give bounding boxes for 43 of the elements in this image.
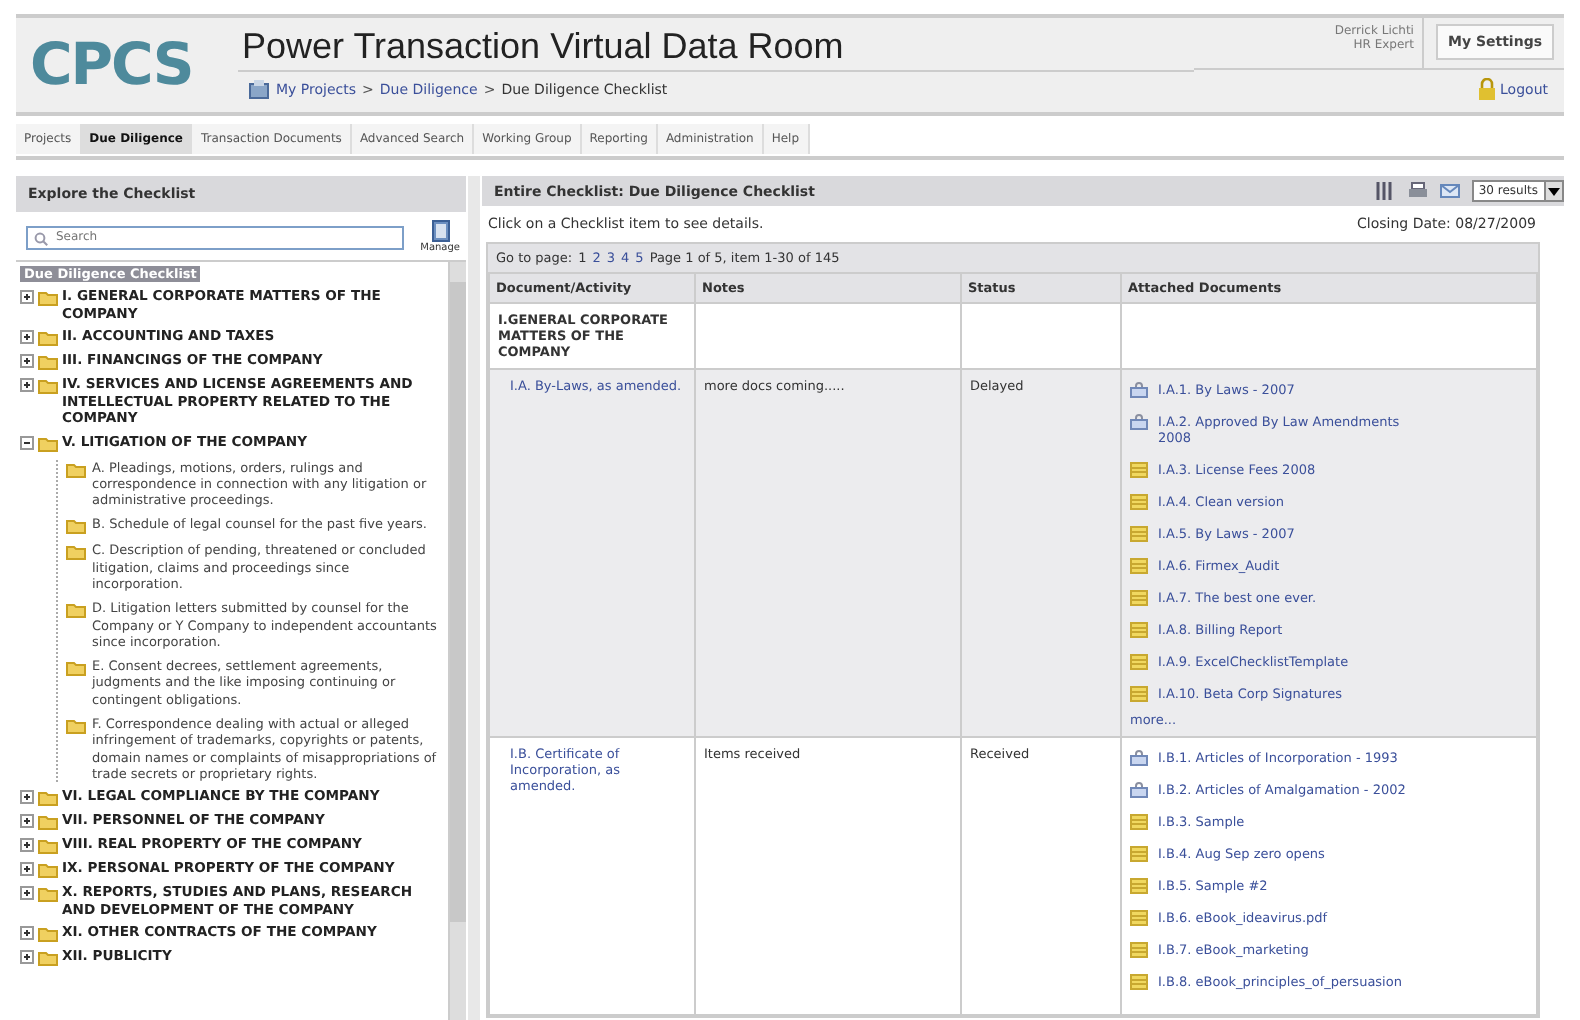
document-icon <box>1130 974 1148 990</box>
document-icon <box>1130 462 1148 478</box>
locked-document-icon <box>1130 414 1148 430</box>
folder-icon <box>38 290 58 306</box>
document-icon <box>1130 622 1148 638</box>
document-icon <box>1130 654 1148 670</box>
document-icon <box>1130 558 1148 574</box>
expand-icon[interactable] <box>20 838 34 853</box>
expand-icon[interactable] <box>20 790 34 805</box>
expand-icon[interactable] <box>20 862 34 877</box>
document-icon <box>1130 494 1148 510</box>
expand-icon[interactable] <box>20 926 34 941</box>
expand-icon[interactable] <box>20 290 34 304</box>
document-icon <box>1130 910 1148 926</box>
locked-document-icon <box>1130 382 1148 398</box>
document-icon <box>1130 814 1148 830</box>
print-icon[interactable] <box>1408 182 1429 200</box>
document-icon <box>1130 686 1148 702</box>
expand-icon[interactable] <box>20 886 34 901</box>
columns-icon[interactable] <box>1376 182 1397 200</box>
document-icon <box>1130 878 1148 894</box>
folder-icon <box>66 660 86 677</box>
caret-icon <box>1548 187 1560 195</box>
locked-document-icon <box>1130 750 1148 766</box>
expand-icon[interactable] <box>20 330 34 344</box>
document-icon <box>1130 846 1148 862</box>
expand-icon[interactable] <box>20 814 34 829</box>
document-icon <box>1130 526 1148 542</box>
folder-icon <box>66 602 86 619</box>
scrollbar[interactable] <box>448 262 466 1020</box>
folder-icon <box>66 718 86 735</box>
document-icon <box>1130 942 1148 958</box>
locked-document-icon <box>1130 782 1148 798</box>
expand-icon[interactable] <box>20 950 34 965</box>
app-title: Power Transaction Virtual Data Room <box>238 18 1194 72</box>
collapse-icon[interactable] <box>20 435 34 449</box>
envelope-icon[interactable] <box>1440 184 1461 198</box>
expand-icon[interactable] <box>20 378 34 392</box>
document-icon <box>431 220 450 242</box>
padlock-icon <box>1478 78 1497 100</box>
document-icon <box>1130 590 1148 606</box>
logo: CPCS <box>28 28 195 102</box>
expand-icon[interactable] <box>20 354 34 368</box>
